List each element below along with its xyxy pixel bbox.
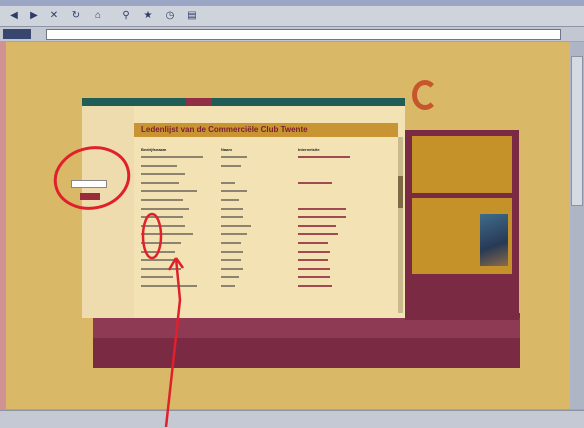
annotation-arrow <box>164 257 182 427</box>
annotation-circle-login <box>53 146 131 210</box>
annotation-circle-content <box>141 212 163 260</box>
annotation-overlay <box>53 146 185 427</box>
